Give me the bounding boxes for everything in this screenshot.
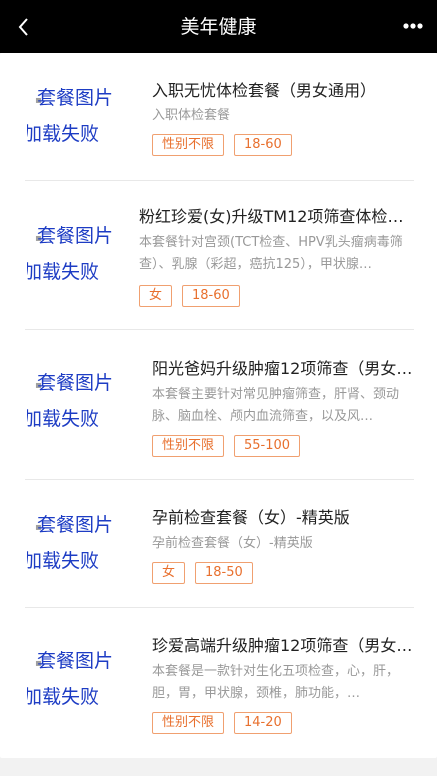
- image-alt-text: 加载失败: [27, 408, 100, 430]
- gender-tag: 性别不限: [152, 712, 225, 734]
- package-item[interactable]: ▪ 套餐图片 加载失败 珍爱高端升级肿瘤12项筛查（男女通用） 本套餐是一款针对…: [25, 608, 414, 758]
- gender-tag: 女: [139, 285, 173, 307]
- package-image: ▪ 套餐图片 加载失败: [27, 219, 137, 309]
- image-alt-text: 加载失败: [27, 550, 100, 572]
- page-title: 美年健康: [180, 16, 257, 38]
- image-alt-text: 套餐图片: [37, 225, 114, 247]
- package-tags: 性别不限 18-60: [152, 134, 292, 156]
- age-tag: 18-50: [195, 562, 253, 584]
- package-item[interactable]: ▪ 套餐图片 加载失败 粉红珍爱(女)升级TM12项筛查体检套餐 本套餐针对宫颈…: [25, 181, 414, 330]
- package-name: 入职无忧体检套餐（男女通用）: [152, 81, 377, 100]
- age-tag: 14-20: [234, 712, 292, 734]
- gender-tag: 女: [152, 562, 186, 584]
- package-desc: 孕前检查套餐（女）-精英版: [152, 536, 313, 551]
- image-alt-text: 套餐图片: [37, 650, 114, 672]
- gender-tag: 性别不限: [152, 435, 225, 457]
- image-alt-text: 套餐图片: [37, 372, 114, 394]
- image-alt-text: 加载失败: [27, 123, 100, 145]
- package-image: ▪ 套餐图片 加载失败: [27, 508, 137, 598]
- image-alt-text: 套餐图片: [37, 87, 114, 109]
- image-alt-text: 加载失败: [27, 686, 100, 708]
- image-alt-text: 套餐图片: [37, 514, 114, 536]
- package-item[interactable]: ▪ 套餐图片 加载失败 孕前检查套餐（女）-精英版 孕前检查套餐（女）-精英版 …: [25, 480, 414, 608]
- gender-tag: 性别不限: [152, 134, 225, 156]
- age-tag: 55-100: [234, 435, 301, 457]
- package-tags: 女 18-50: [152, 562, 253, 584]
- package-tags: 性别不限 14-20: [152, 712, 292, 734]
- age-tag: 18-60: [182, 285, 240, 307]
- top-bar: 美年健康: [0, 0, 437, 53]
- bottom-spacer: [0, 758, 437, 776]
- package-desc: 入职体检套餐: [152, 108, 231, 123]
- package-image: ▪ 套餐图片 加载失败: [27, 644, 137, 734]
- package-list: ▪ 套餐图片 加载失败 入职无忧体检套餐（男女通用） 入职体检套餐 性别不限 1…: [0, 53, 437, 758]
- package-desc: 本套餐是一款针对生化五项检查，心，肝，胆，胃，甲状腺，颈椎，肺功能，…: [152, 664, 400, 701]
- package-image: ▪ 套餐图片 加载失败: [27, 366, 137, 456]
- age-tag: 18-60: [234, 134, 292, 156]
- package-tags: 女 18-60: [139, 285, 240, 307]
- more-icon[interactable]: [399, 12, 427, 40]
- package-item[interactable]: ▪ 套餐图片 加载失败 入职无忧体检套餐（男女通用） 入职体检套餐 性别不限 1…: [25, 53, 414, 181]
- package-desc: 本套餐主要针对常见肿瘤筛查，肝肾、颈动脉、脑血栓、颅内血流筛查，以及风…: [152, 387, 400, 424]
- package-name: 阳光爸妈升级肿瘤12项筛查（男女通用）: [152, 359, 414, 378]
- package-item[interactable]: ▪ 套餐图片 加载失败 阳光爸妈升级肿瘤12项筛查（男女通用） 本套餐主要针对常…: [25, 330, 414, 480]
- package-desc: 本套餐针对宫颈(TCT检查、HPV乳头瘤病毒筛查）、乳腺（彩超，癌抗125），甲…: [139, 235, 403, 272]
- package-name: 粉红珍爱(女)升级TM12项筛查体检套餐: [139, 207, 414, 226]
- package-name: 孕前检查套餐（女）-精英版: [152, 508, 350, 527]
- package-image: ▪ 套餐图片 加载失败: [27, 81, 137, 171]
- package-name: 珍爱高端升级肿瘤12项筛查（男女通用）: [152, 636, 414, 655]
- package-tags: 性别不限 55-100: [152, 435, 301, 457]
- image-alt-text: 加载失败: [27, 261, 100, 283]
